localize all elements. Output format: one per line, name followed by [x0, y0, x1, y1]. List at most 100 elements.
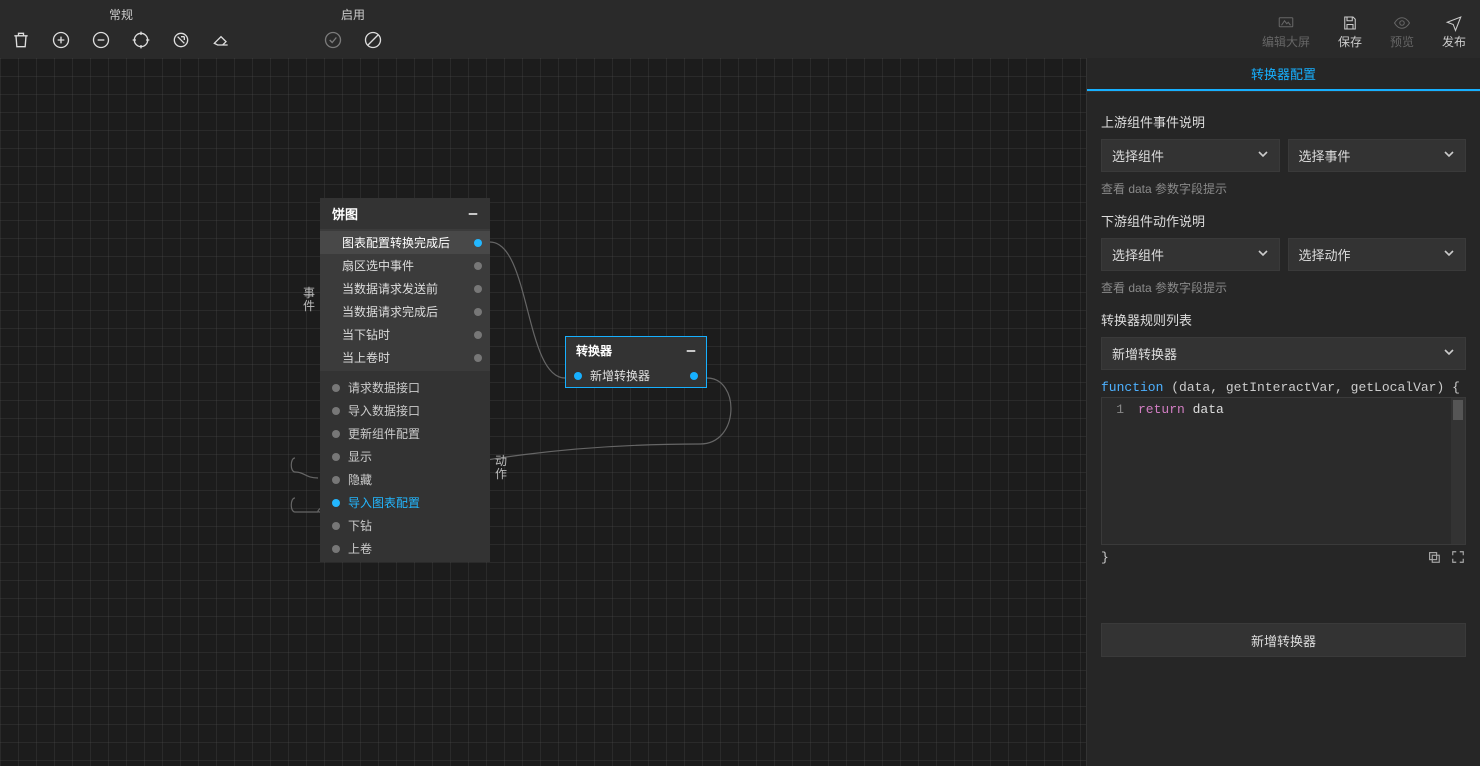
- fullscreen-icon[interactable]: [1450, 549, 1466, 565]
- event-row[interactable]: 图表配置转换完成后: [320, 231, 490, 254]
- scrollbar[interactable]: [1451, 398, 1465, 544]
- code-content[interactable]: return data: [1130, 398, 1447, 544]
- publish-button[interactable]: 发布: [1428, 0, 1480, 58]
- port-out-icon[interactable]: [474, 285, 482, 293]
- rules-section-label: 转换器规则列表: [1101, 310, 1466, 329]
- port-out-icon[interactable]: [474, 308, 482, 316]
- select-upstream-component[interactable]: 选择组件: [1101, 139, 1280, 172]
- publish-icon: [1443, 13, 1465, 33]
- top-toolbar: 常规: [0, 0, 1480, 58]
- component-node-header[interactable]: 饼图: [320, 198, 490, 229]
- action-label: 上卷: [348, 540, 482, 557]
- reload-icon[interactable]: [170, 29, 192, 51]
- actions-block: 请求数据接口导入数据接口更新组件配置显示隐藏导入图表配置下钻上卷 动 作: [320, 374, 490, 562]
- action-row[interactable]: 显示: [320, 445, 490, 468]
- chevron-down-icon: [1443, 247, 1455, 262]
- collapse-icon[interactable]: [684, 344, 698, 358]
- trash-icon[interactable]: [10, 29, 32, 51]
- add-transformer-button[interactable]: 新增转换器: [1101, 623, 1466, 657]
- chevron-down-icon: [1257, 148, 1269, 163]
- select-downstream-action[interactable]: 选择动作: [1288, 238, 1467, 271]
- action-label: 请求数据接口: [348, 379, 482, 396]
- actions-vertical-label: 动 作: [494, 455, 508, 481]
- events-vertical-label: 事 件: [302, 287, 316, 313]
- toolbar-group-enable: 启用: [312, 0, 394, 58]
- upstream-section-label: 上游组件事件说明: [1101, 112, 1466, 131]
- edit-screen-label: 编辑大屏: [1262, 33, 1310, 50]
- erase-icon[interactable]: [210, 29, 232, 51]
- select-upstream-event[interactable]: 选择事件: [1288, 139, 1467, 172]
- port-in-icon[interactable]: [332, 384, 340, 392]
- downstream-section-label: 下游组件动作说明: [1101, 211, 1466, 230]
- port-in-icon[interactable]: [332, 522, 340, 530]
- port-in-icon[interactable]: [574, 372, 582, 380]
- action-label: 下钻: [348, 517, 482, 534]
- action-row[interactable]: 隐藏: [320, 468, 490, 491]
- chevron-down-icon: [1443, 346, 1455, 361]
- event-label: 扇区选中事件: [342, 257, 414, 274]
- event-row[interactable]: 当下钻时: [320, 323, 490, 346]
- port-out-icon[interactable]: [474, 262, 482, 270]
- rule-item-select[interactable]: 新增转换器: [1101, 337, 1466, 370]
- select-downstream-component[interactable]: 选择组件: [1101, 238, 1280, 271]
- port-in-icon[interactable]: [332, 476, 340, 484]
- event-row[interactable]: 当数据请求发送前: [320, 277, 490, 300]
- preview-icon: [1391, 13, 1413, 33]
- panel-tabs: 转换器配置: [1087, 58, 1480, 92]
- events-block: 事 件 图表配置转换完成后扇区选中事件当数据请求发送前当数据请求完成后当下钻时当…: [320, 229, 490, 371]
- event-row[interactable]: 当数据请求完成后: [320, 300, 490, 323]
- action-row[interactable]: 导入数据接口: [320, 399, 490, 422]
- event-row[interactable]: 当上卷时: [320, 346, 490, 369]
- action-row[interactable]: 更新组件配置: [320, 422, 490, 445]
- port-in-icon[interactable]: [332, 545, 340, 553]
- event-label: 图表配置转换完成后: [342, 234, 450, 251]
- action-row[interactable]: 请求数据接口: [320, 376, 490, 399]
- plus-circle-icon[interactable]: [50, 29, 72, 51]
- edit-screen-icon: [1275, 13, 1297, 33]
- action-label: 隐藏: [348, 471, 482, 488]
- scrollbar-thumb[interactable]: [1453, 400, 1463, 420]
- port-out-icon[interactable]: [474, 239, 482, 247]
- code-area[interactable]: 1 return data: [1101, 397, 1466, 545]
- action-row[interactable]: 导入图表配置: [320, 491, 490, 514]
- canvas[interactable]: 饼图 事 件 图表配置转换完成后扇区选中事件当数据请求发送前当数据请求完成后当下…: [0, 58, 1086, 766]
- preview-button[interactable]: 预览: [1376, 0, 1428, 58]
- check-circle-icon[interactable]: [322, 29, 344, 51]
- target-icon[interactable]: [130, 29, 152, 51]
- downstream-hint[interactable]: 查看 data 参数字段提示: [1101, 279, 1466, 296]
- ban-circle-icon[interactable]: [362, 29, 384, 51]
- edit-screen-button[interactable]: 编辑大屏: [1248, 0, 1324, 58]
- component-node-title: 饼图: [332, 204, 358, 223]
- minus-circle-icon[interactable]: [90, 29, 112, 51]
- save-button[interactable]: 保存: [1324, 0, 1376, 58]
- transformer-node-header[interactable]: 转换器: [566, 337, 706, 364]
- action-row[interactable]: 下钻: [320, 514, 490, 537]
- port-in-icon[interactable]: [332, 453, 340, 461]
- port-in-icon[interactable]: [332, 407, 340, 415]
- port-in-icon[interactable]: [332, 499, 340, 507]
- transformer-node-title: 转换器: [576, 342, 612, 359]
- event-row[interactable]: 扇区选中事件: [320, 254, 490, 277]
- chevron-down-icon: [1257, 247, 1269, 262]
- transformer-node[interactable]: 转换器 新增转换器: [565, 336, 707, 388]
- tab-transformer-config[interactable]: 转换器配置: [1087, 58, 1480, 91]
- save-icon: [1339, 13, 1361, 33]
- event-label: 当数据请求完成后: [342, 303, 438, 320]
- port-out-icon[interactable]: [690, 372, 698, 380]
- collapse-icon[interactable]: [466, 207, 480, 221]
- port-out-icon[interactable]: [474, 331, 482, 339]
- toolbar-group-common: 常规: [0, 0, 242, 58]
- toolbar-group-enable-label: 启用: [341, 0, 365, 25]
- transformer-item-row[interactable]: 新增转换器: [566, 364, 706, 387]
- port-in-icon[interactable]: [332, 430, 340, 438]
- toolbar-group-common-label: 常规: [109, 0, 133, 25]
- action-label: 导入数据接口: [348, 402, 482, 419]
- publish-label: 发布: [1442, 33, 1466, 50]
- action-label: 显示: [348, 448, 482, 465]
- code-editor: function (data, getInteractVar, getLocal…: [1101, 376, 1466, 567]
- upstream-hint[interactable]: 查看 data 参数字段提示: [1101, 180, 1466, 197]
- action-row[interactable]: 上卷: [320, 537, 490, 560]
- port-out-icon[interactable]: [474, 354, 482, 362]
- component-node[interactable]: 饼图 事 件 图表配置转换完成后扇区选中事件当数据请求发送前当数据请求完成后当下…: [320, 198, 490, 562]
- copy-icon[interactable]: [1426, 549, 1442, 565]
